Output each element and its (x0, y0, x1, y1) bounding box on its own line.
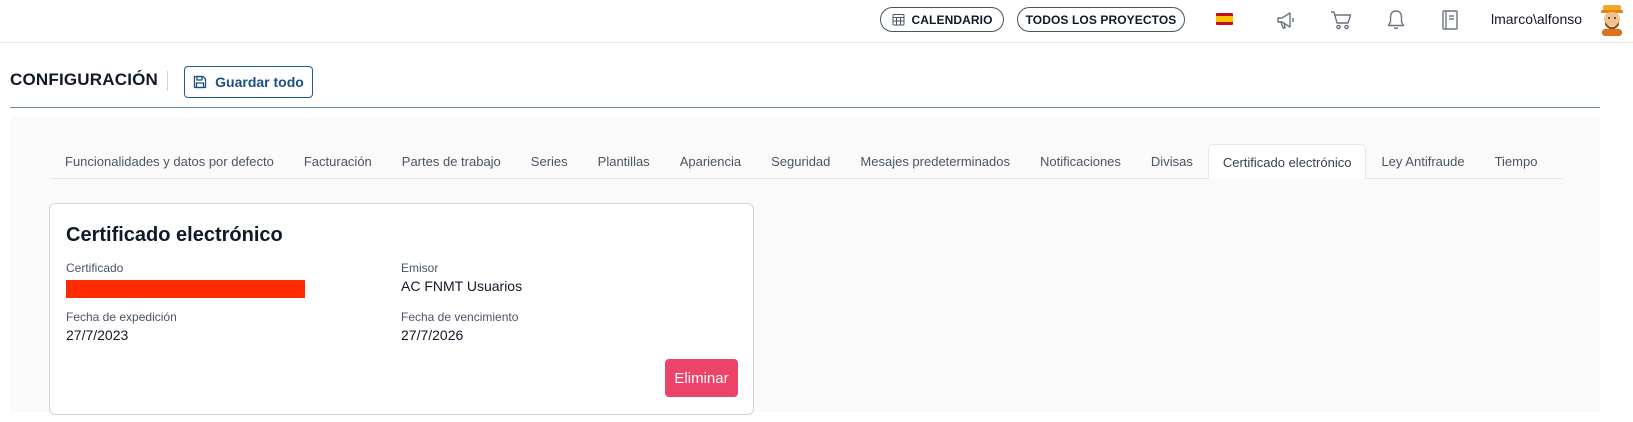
issuer-label: Emisor (401, 261, 439, 275)
delete-certificate-button[interactable]: Eliminar (665, 359, 738, 397)
avatar[interactable] (1598, 4, 1626, 36)
settings-tabs: Funcionalidades y datos por defecto Fact… (50, 144, 1562, 179)
tab-facturacion[interactable]: Facturación (289, 144, 387, 178)
calendar-icon (892, 13, 905, 26)
bell-icon[interactable] (1384, 8, 1408, 32)
save-all-button[interactable]: Guardar todo (184, 66, 313, 98)
certificate-card: Certificado electrónico Certificado Emis… (49, 203, 754, 415)
save-icon (193, 75, 207, 89)
tab-mensajes[interactable]: Mesajes predeterminados (845, 144, 1025, 178)
expiry-date-value: 27/7/2026 (401, 327, 464, 343)
header-divider (10, 107, 1600, 108)
all-projects-button-label: TODOS LOS PROYECTOS (1025, 12, 1177, 27)
certificate-label: Certificado (66, 261, 124, 275)
megaphone-icon[interactable] (1274, 8, 1298, 32)
issue-date-label: Fecha de expedición (66, 310, 177, 324)
tab-series[interactable]: Series (516, 144, 583, 178)
tab-funcionalidades[interactable]: Funcionalidades y datos por defecto (50, 144, 289, 178)
cart-icon[interactable] (1329, 8, 1353, 32)
tab-partes-de-trabajo[interactable]: Partes de trabajo (387, 144, 516, 178)
tab-notificaciones[interactable]: Notificaciones (1025, 144, 1136, 178)
expiry-date-label: Fecha de vencimiento (401, 310, 519, 324)
tab-certificado-electronico[interactable]: Certificado electrónico (1207, 144, 1367, 179)
issue-date-value: 27/7/2023 (66, 327, 129, 343)
calendar-button-label: CALENDARIO (911, 12, 993, 27)
certificate-value-redacted (66, 280, 305, 298)
tab-ley-antifraude[interactable]: Ley Antifraude (1366, 144, 1479, 178)
calendar-button[interactable]: CALENDARIO (880, 7, 1004, 32)
card-title: Certificado electrónico (66, 224, 283, 246)
username[interactable]: lmarco\alfonso (1491, 11, 1582, 27)
tab-seguridad[interactable]: Seguridad (756, 144, 845, 178)
tab-apariencia[interactable]: Apariencia (665, 144, 756, 178)
all-projects-button[interactable]: TODOS LOS PROYECTOS (1017, 7, 1185, 32)
book-icon[interactable] (1438, 8, 1462, 32)
save-all-button-label: Guardar todo (215, 74, 304, 90)
page-title: CONFIGURACIÓN (10, 70, 159, 89)
tab-plantillas[interactable]: Plantillas (583, 144, 665, 178)
top-bar: CALENDARIO TODOS LOS PROYECTOS lmarco\al… (0, 0, 1633, 43)
title-divider (167, 71, 168, 91)
tab-divisas[interactable]: Divisas (1136, 144, 1208, 178)
es-flag-icon[interactable] (1216, 13, 1233, 25)
issuer-value: AC FNMT Usuarios (401, 278, 523, 294)
tab-tiempo[interactable]: Tiempo (1480, 144, 1553, 178)
